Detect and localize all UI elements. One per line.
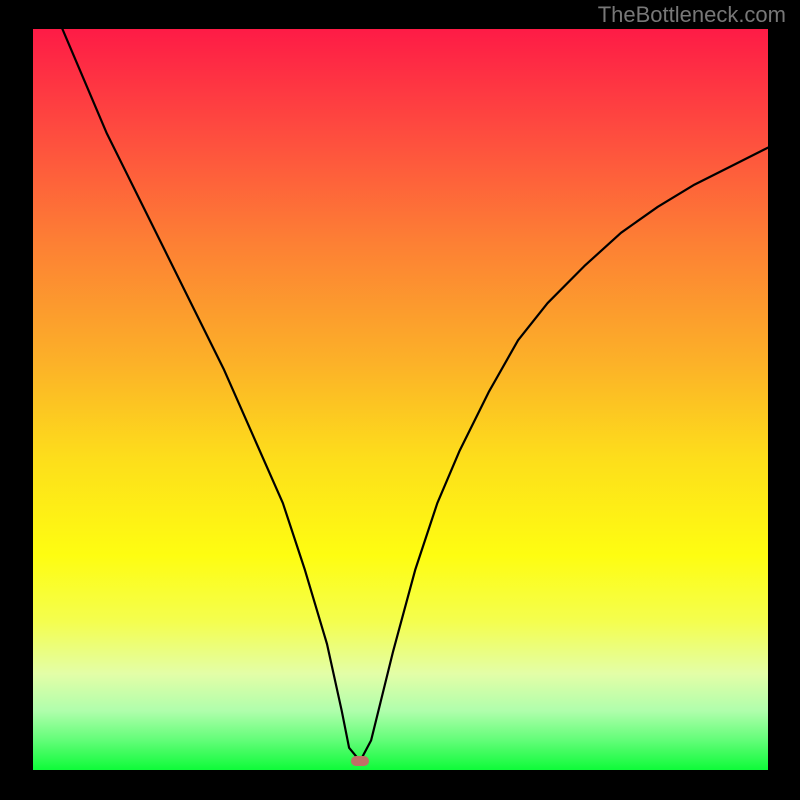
chart-plot-area [33,29,768,770]
chart-curve [33,29,768,770]
watermark-text: TheBottleneck.com [598,2,786,28]
optimum-marker [351,756,369,766]
